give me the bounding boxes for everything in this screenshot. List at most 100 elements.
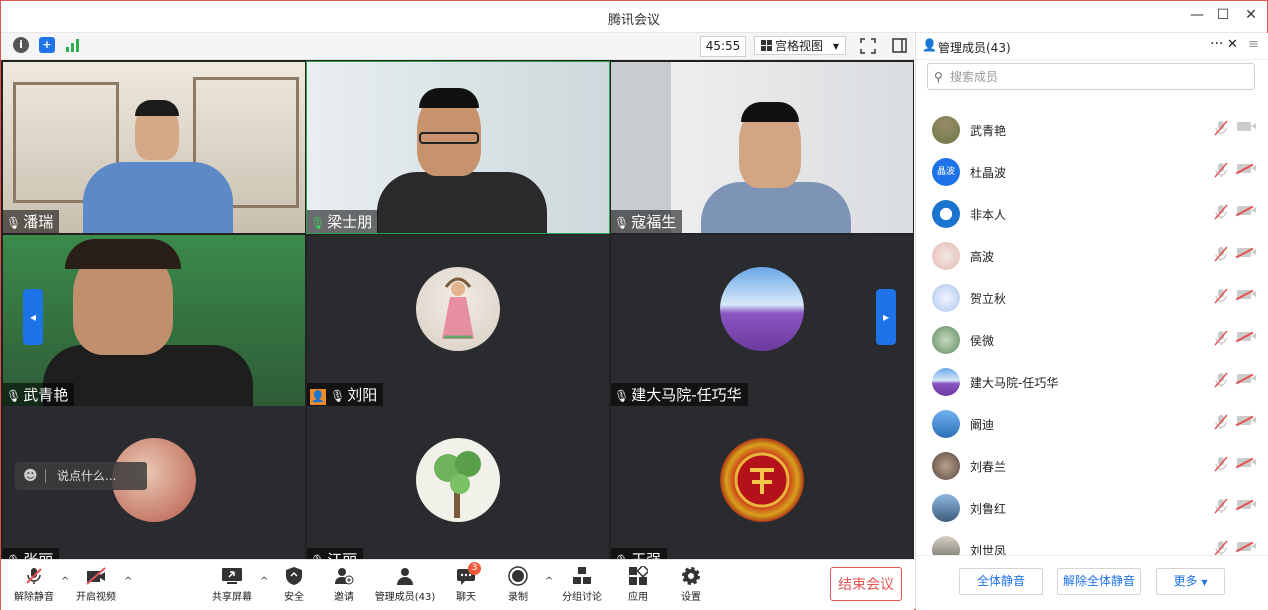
camera-off-icon[interactable] xyxy=(1237,542,1256,551)
mic-muted-icon[interactable] xyxy=(1214,372,1228,392)
mic-muted-icon[interactable] xyxy=(1214,120,1228,140)
member-row[interactable]: 刘春兰 xyxy=(916,445,1268,487)
camera-off-icon[interactable] xyxy=(1237,374,1256,383)
sidebar-toggle-icon[interactable] xyxy=(892,38,907,53)
search-placeholder: 搜索成员 xyxy=(950,70,999,84)
camera-off-icon[interactable] xyxy=(1237,332,1256,341)
mic-muted-icon[interactable] xyxy=(1214,246,1228,266)
control-bar: 解除静音 ^ 开启视频 ^ 共享屏幕 ^ 安全 邀请 管理成员(43) 3 聊天… xyxy=(1,559,914,610)
start-video-button[interactable]: 开启视频 xyxy=(71,566,121,603)
page-next-button[interactable]: ▸ xyxy=(876,289,896,345)
mic-muted-icon[interactable] xyxy=(1214,498,1228,518)
unmute-button[interactable]: 解除静音 xyxy=(9,566,59,603)
camera-off-icon[interactable] xyxy=(1237,416,1256,425)
chevron-up-icon[interactable]: ^ xyxy=(61,576,69,587)
avatar: 晶波 xyxy=(932,158,960,186)
member-row[interactable]: 阚迪 xyxy=(916,403,1268,445)
member-name: 高波 xyxy=(970,250,995,264)
fullscreen-icon[interactable] xyxy=(860,38,876,54)
member-row[interactable]: 刘鲁红 xyxy=(916,487,1268,529)
member-row[interactable]: 贺立秋 xyxy=(916,277,1268,319)
avatar xyxy=(416,438,500,522)
menu-icon[interactable]: ≡ xyxy=(1248,37,1259,52)
breakout-rooms-button[interactable]: 分组讨论 xyxy=(559,566,605,603)
camera-off-icon[interactable] xyxy=(1237,164,1256,173)
participant-name: 🎙 潘瑞 xyxy=(3,210,60,233)
avatar xyxy=(932,452,960,480)
video-tile-speaking[interactable]: 🎙 梁士朋 xyxy=(306,61,610,234)
chat-button[interactable]: 3 聊天 xyxy=(451,562,481,603)
mic-muted-icon[interactable] xyxy=(1214,330,1228,350)
minimize-button[interactable]: — xyxy=(1187,7,1207,23)
chevron-up-icon[interactable]: ^ xyxy=(260,576,268,587)
member-name: 非本人 xyxy=(970,208,1007,222)
participant-name: 🎙张丽 xyxy=(3,548,60,559)
member-row[interactable]: 侯微 xyxy=(916,319,1268,361)
maximize-button[interactable]: ☐ xyxy=(1213,7,1233,23)
manage-members-button[interactable]: 管理成员(43) xyxy=(373,566,437,603)
panel-header: 👤 管理成员(43) ··· ✕ ≡ xyxy=(916,33,1268,60)
mic-muted-icon[interactable] xyxy=(1214,162,1228,182)
mic-muted-icon[interactable] xyxy=(1214,204,1228,224)
member-name: 刘鲁红 xyxy=(970,502,1007,516)
members-icon xyxy=(394,566,416,586)
video-tile[interactable]: 🎙 武青艳 xyxy=(3,235,305,406)
camera-icon[interactable] xyxy=(1237,122,1256,131)
invite-button[interactable]: 邀请 xyxy=(329,566,359,603)
camera-off-icon[interactable] xyxy=(1237,500,1256,509)
member-row[interactable]: 武青艳 xyxy=(916,109,1268,151)
record-button[interactable]: 录制 xyxy=(503,566,533,603)
title-bar: 腾讯会议 — ☐ ✕ xyxy=(1,1,1267,33)
share-screen-button[interactable]: 共享屏幕 xyxy=(209,566,255,603)
shield-icon[interactable]: + xyxy=(39,37,55,53)
close-icon[interactable]: ✕ xyxy=(1227,37,1238,52)
camera-off-icon[interactable] xyxy=(1237,248,1256,257)
add-user-icon xyxy=(333,566,355,586)
mic-muted-icon[interactable] xyxy=(1214,288,1228,308)
avatar xyxy=(932,200,960,228)
chat-quick-input[interactable]: ☻ 说点什么... xyxy=(15,462,147,490)
settings-button[interactable]: 设置 xyxy=(676,566,706,603)
emoji-icon[interactable]: ☻ xyxy=(23,462,38,490)
member-list: 武青艳 晶波 杜晶波非本人高波贺立秋 侯微 建大马院-任巧华 阚迪 刘春兰刘鲁红刘世凤 xyxy=(916,109,1268,555)
apps-button[interactable]: 应用 xyxy=(623,564,653,603)
member-row[interactable]: 晶波 杜晶波 xyxy=(916,151,1268,193)
view-mode-label: 宫格视图 xyxy=(775,39,824,53)
info-icon[interactable]: i xyxy=(13,37,29,53)
end-meeting-button[interactable]: 结束会议 xyxy=(830,567,902,601)
close-button[interactable]: ✕ xyxy=(1241,7,1261,23)
video-tile[interactable]: 🎙 潘瑞 xyxy=(3,62,305,233)
video-tile[interactable]: 👤 🎙 刘阳 xyxy=(307,235,609,406)
member-row[interactable]: 刘世凤 xyxy=(916,529,1268,555)
mic-muted-icon: 🎙 xyxy=(614,216,630,230)
video-tile[interactable]: 🎙王强 xyxy=(611,406,913,559)
member-row[interactable]: 高波 xyxy=(916,235,1268,277)
more-button[interactable]: 更多 ▼ xyxy=(1156,568,1225,595)
mic-muted-icon[interactable] xyxy=(1214,456,1228,476)
video-tile[interactable]: 🎙 寇福生 xyxy=(611,62,913,233)
camera-off-icon[interactable] xyxy=(1237,206,1256,215)
page-prev-button[interactable]: ◂ xyxy=(23,289,43,345)
view-mode-dropdown[interactable]: 宫格视图 ▼ xyxy=(754,36,846,55)
mic-on-icon: 🎙 xyxy=(310,216,326,230)
mic-muted-icon[interactable] xyxy=(1214,414,1228,434)
video-tile[interactable]: 🎙 建大马院-任巧华 xyxy=(611,235,913,406)
mute-all-button[interactable]: 全体静音 xyxy=(959,568,1043,595)
chevron-down-icon: ▼ xyxy=(832,42,839,51)
member-row[interactable]: 非本人 xyxy=(916,193,1268,235)
avatar xyxy=(932,242,960,270)
unmute-all-button[interactable]: 解除全体静音 xyxy=(1057,568,1141,595)
video-tile[interactable]: 🎙江丽 xyxy=(307,406,609,559)
chevron-up-icon[interactable]: ^ xyxy=(545,576,553,587)
camera-off-icon[interactable] xyxy=(1237,290,1256,299)
security-button[interactable]: 安全 xyxy=(279,566,309,603)
member-search-input[interactable]: ⚲ 搜索成员 xyxy=(927,63,1255,90)
meeting-timer: 45:55 xyxy=(700,36,746,57)
mic-muted-icon[interactable] xyxy=(1214,540,1228,555)
chevron-up-icon[interactable]: ^ xyxy=(124,576,132,587)
signal-icon[interactable] xyxy=(65,38,81,52)
camera-off-icon[interactable] xyxy=(1237,458,1256,467)
participant-name: 🎙 建大马院-任巧华 xyxy=(611,383,748,406)
more-options-icon[interactable]: ··· xyxy=(1210,36,1223,52)
member-row[interactable]: 建大马院-任巧华 xyxy=(916,361,1268,403)
